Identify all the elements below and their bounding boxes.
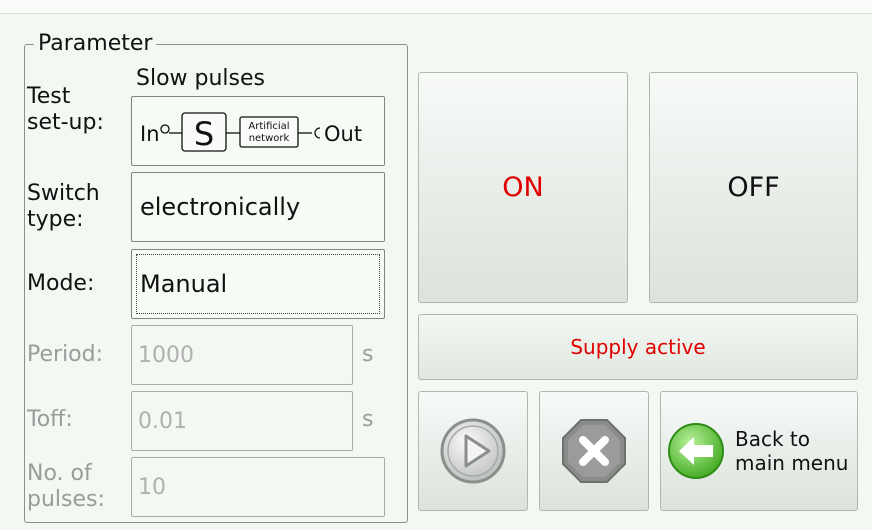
pulses-label: No. of pulses: <box>27 461 105 512</box>
stop-button[interactable] <box>539 391 649 511</box>
switch-type-value: electronically <box>140 193 301 221</box>
mode-value: Manual <box>140 270 228 298</box>
mode-field[interactable]: Manual <box>131 249 385 319</box>
status-text: Supply active <box>570 335 706 359</box>
switch-type-field[interactable]: electronically <box>131 172 385 242</box>
back-label: Back to main menu <box>735 427 849 475</box>
switch-type-label: Switch type: <box>27 181 100 232</box>
parameter-legend: Parameter <box>34 30 157 58</box>
network-line1: Artificial <box>248 121 289 132</box>
period-unit: s <box>362 342 374 367</box>
toff-label: Toff: <box>27 407 73 432</box>
top-bar <box>0 0 872 14</box>
test-setup-field[interactable]: In S Artificial network Out <box>131 96 385 166</box>
status-bar: Supply active <box>418 314 858 380</box>
in-connector-icon <box>160 124 170 134</box>
toff-value: 0.01 <box>138 408 187 434</box>
period-value: 1000 <box>138 342 194 368</box>
setup-diagram: In S Artificial network Out <box>140 112 362 153</box>
period-input[interactable]: 1000 <box>131 325 353 385</box>
s-block-label: S <box>194 115 214 153</box>
setup-out-label: Out <box>324 122 362 146</box>
period-label: Period: <box>27 342 104 367</box>
back-arrow-icon <box>668 423 724 479</box>
test-setup-title: Slow pulses <box>136 66 266 91</box>
test-setup-label: Test set-up: <box>27 84 104 135</box>
on-button[interactable]: ON <box>418 72 628 303</box>
mode-label: Mode: <box>27 271 95 296</box>
out-connector-icon <box>314 127 321 139</box>
on-label: ON <box>502 172 544 203</box>
off-button[interactable]: OFF <box>649 72 858 303</box>
play-button[interactable] <box>418 391 528 511</box>
back-to-main-menu-button[interactable]: Back to main menu <box>660 391 858 511</box>
toff-unit: s <box>362 407 374 432</box>
stop-x-icon <box>562 419 626 483</box>
pulses-value: 10 <box>138 474 166 500</box>
setup-in-label: In <box>140 122 160 146</box>
play-icon <box>440 418 506 484</box>
pulses-input[interactable]: 10 <box>131 457 385 517</box>
network-line2: network <box>249 133 290 144</box>
toff-input[interactable]: 0.01 <box>131 391 353 451</box>
off-label: OFF <box>727 172 780 203</box>
